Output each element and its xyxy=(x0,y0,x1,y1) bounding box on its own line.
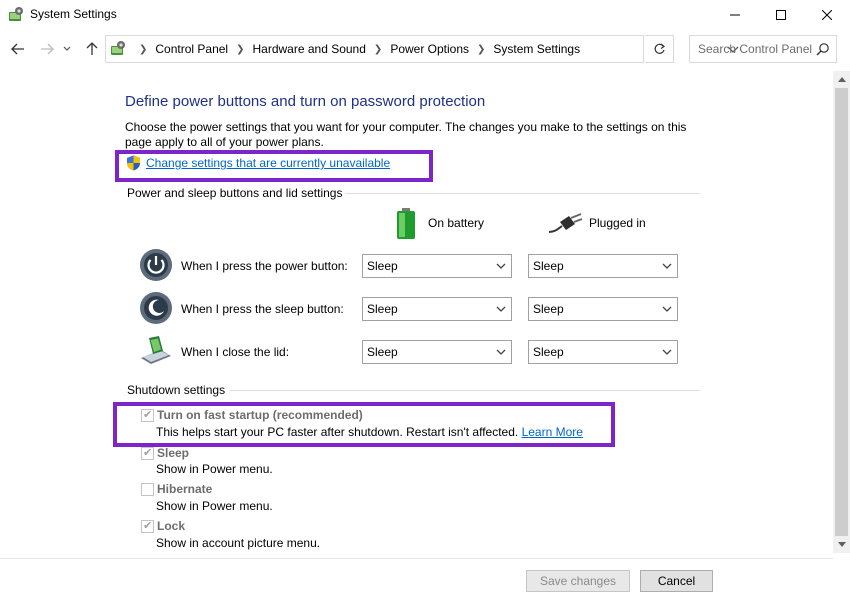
section-divider xyxy=(230,390,700,391)
sleep-button-plugged-select[interactable]: Sleep xyxy=(528,297,678,321)
control-panel-icon xyxy=(111,41,125,55)
power-button-battery-select[interactable]: Sleep xyxy=(362,254,512,278)
sleep-description: Show in Power menu. xyxy=(156,462,273,476)
cancel-button[interactable]: Cancel xyxy=(640,570,713,592)
power-plug-icon xyxy=(549,213,583,233)
scroll-up-button[interactable] xyxy=(833,71,850,88)
chevron-down-icon xyxy=(496,306,506,312)
select-value: Sleep xyxy=(533,302,564,316)
footer-divider xyxy=(0,558,833,559)
select-value: Sleep xyxy=(533,345,564,359)
power-button-icon xyxy=(140,249,172,281)
close-icon xyxy=(822,10,832,20)
select-value: Sleep xyxy=(367,345,398,359)
search-placeholder: Search Control Panel xyxy=(698,42,813,56)
minimize-button[interactable] xyxy=(712,0,758,30)
power-button-label: When I press the power button: xyxy=(181,259,348,273)
caret-down-icon xyxy=(837,542,846,547)
breadcrumb: ❯ Control Panel ❯ Hardware and Sound ❯ P… xyxy=(131,42,580,56)
close-lid-plugged-select[interactable]: Sleep xyxy=(528,340,678,364)
scroll-down-button[interactable] xyxy=(833,536,850,553)
title-bar: System Settings xyxy=(0,0,850,30)
window-title: System Settings xyxy=(30,7,117,21)
sleep-button-label: When I press the sleep button: xyxy=(181,302,344,316)
chevron-down-icon xyxy=(496,349,506,355)
caret-up-icon xyxy=(837,77,846,82)
vertical-scrollbar[interactable] xyxy=(833,71,850,553)
chevron-down-icon xyxy=(662,306,672,312)
highlight-box xyxy=(113,402,615,447)
minimize-icon xyxy=(730,14,740,16)
lock-label: Lock xyxy=(157,519,186,533)
section-divider xyxy=(345,193,700,194)
shutdown-section-heading: Shutdown settings xyxy=(127,383,226,397)
hibernate-checkbox[interactable] xyxy=(141,483,154,496)
hibernate-description: Show in Power menu. xyxy=(156,499,273,513)
chevron-right-icon[interactable]: ❯ xyxy=(477,44,485,55)
arrow-up-icon xyxy=(86,42,98,55)
refresh-icon xyxy=(654,43,665,54)
chevron-right-icon: ❯ xyxy=(139,43,148,55)
up-button[interactable] xyxy=(81,38,103,60)
lock-checkbox[interactable]: ✔ xyxy=(141,520,154,533)
back-button[interactable] xyxy=(7,38,29,60)
chevron-down-icon xyxy=(63,46,71,51)
breadcrumb-control-panel[interactable]: Control Panel xyxy=(155,42,228,56)
chevron-down-icon xyxy=(496,263,506,269)
chevron-right-icon[interactable]: ❯ xyxy=(236,44,244,55)
maximize-icon xyxy=(776,10,786,20)
lock-description: Show in account picture menu. xyxy=(156,536,321,550)
select-value: Sleep xyxy=(367,302,398,316)
scroll-thumb[interactable] xyxy=(835,88,848,536)
search-input[interactable]: Search Control Panel xyxy=(689,35,837,63)
laptop-lid-icon xyxy=(141,336,171,364)
control-panel-icon xyxy=(9,7,23,21)
sleep-checkbox[interactable]: ✔ xyxy=(141,447,154,460)
breadcrumb-system-settings[interactable]: System Settings xyxy=(493,42,580,56)
select-value: Sleep xyxy=(533,259,564,273)
breadcrumb-hardware-and-sound[interactable]: Hardware and Sound xyxy=(253,42,366,56)
breadcrumb-power-options[interactable]: Power Options xyxy=(390,42,469,56)
battery-icon xyxy=(397,208,415,239)
search-icon[interactable] xyxy=(816,42,830,56)
select-value: Sleep xyxy=(367,259,398,273)
close-lid-label: When I close the lid: xyxy=(181,345,290,359)
checkmark-icon: ✔ xyxy=(143,447,153,459)
close-button[interactable] xyxy=(804,0,850,30)
on-battery-label: On battery xyxy=(428,216,485,230)
checkmark-icon: ✔ xyxy=(143,520,153,532)
sleep-button-icon xyxy=(140,292,172,324)
hibernate-label: Hibernate xyxy=(157,482,213,496)
navigation-bar: ❯ Control Panel ❯ Hardware and Sound ❯ P… xyxy=(0,32,850,66)
power-section-heading: Power and sleep buttons and lid settings xyxy=(127,186,343,200)
page-description: Choose the power settings that you want … xyxy=(125,120,687,149)
highlight-box xyxy=(115,150,433,182)
refresh-button[interactable] xyxy=(645,35,674,63)
address-bar[interactable]: ❯ Control Panel ❯ Hardware and Sound ❯ P… xyxy=(105,35,739,63)
arrow-right-icon xyxy=(41,43,54,55)
plugged-in-label: Plugged in xyxy=(589,216,646,230)
page-title: Define power buttons and turn on passwor… xyxy=(125,93,486,110)
chevron-down-icon xyxy=(662,263,672,269)
power-button-plugged-select[interactable]: Sleep xyxy=(528,254,678,278)
close-lid-battery-select[interactable]: Sleep xyxy=(362,340,512,364)
forward-button[interactable] xyxy=(36,38,58,60)
save-changes-button[interactable]: Save changes xyxy=(526,570,630,592)
chevron-right-icon[interactable]: ❯ xyxy=(374,44,382,55)
chevron-down-icon xyxy=(662,349,672,355)
sleep-button-battery-select[interactable]: Sleep xyxy=(362,297,512,321)
recent-locations-button[interactable] xyxy=(60,38,74,60)
arrow-left-icon xyxy=(11,43,24,55)
maximize-button[interactable] xyxy=(758,0,804,30)
sleep-label: Sleep xyxy=(157,446,190,460)
